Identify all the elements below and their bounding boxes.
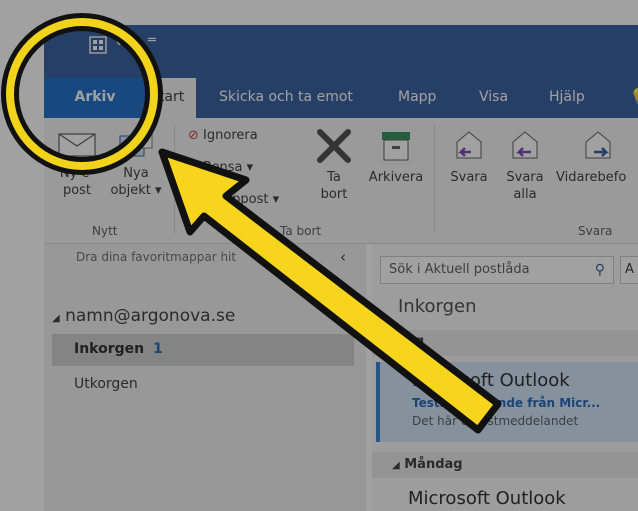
highlight-circle-inner — [6, 18, 158, 170]
annotation-layer — [1, 13, 502, 434]
screenshot-stage: ↶ ═ Arkiv Start Skicka och ta emot Mapp … — [0, 0, 638, 511]
pointer-arrow — [158, 148, 502, 434]
